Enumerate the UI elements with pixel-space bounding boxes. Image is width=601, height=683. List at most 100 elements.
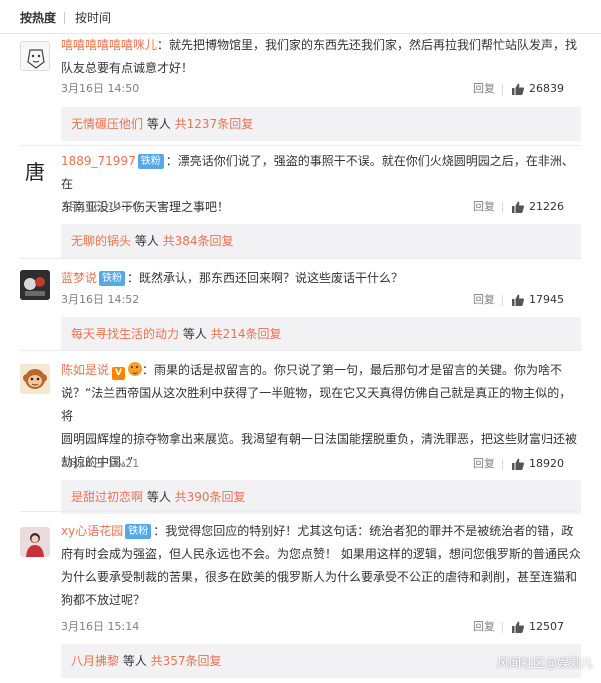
divider	[20, 258, 581, 259]
comment-item: 唐 1889_71997 铁粉 ：漂亮话你们说了，强盗的事照干不误。就在你们火烧圆明…	[0, 148, 601, 258]
avatar-char: 唐	[25, 160, 45, 184]
avatar[interactable]	[20, 270, 50, 300]
comment-content: ：雨果的话是叔留言的。你只说了第一句，最后那句才是留言的关键。你为啥不	[142, 363, 563, 377]
comment-time: 3月16日 14:50	[61, 82, 140, 95]
sub-reply-mid: 等人	[179, 327, 211, 341]
comment-meta: 3月16日 16:21 回复 18920	[61, 456, 581, 472]
avatar[interactable]	[20, 527, 50, 557]
like-button[interactable]: 18920	[511, 456, 581, 472]
reply-button[interactable]: 回复	[473, 456, 495, 472]
sub-replies-box[interactable]: 是甜过初恋啊 等人 共390条回复	[61, 480, 581, 514]
sub-reply-total[interactable]: 共1237条回复	[175, 117, 254, 131]
thumbs-up-icon	[512, 458, 524, 470]
sub-reply-user[interactable]: 是甜过初恋啊	[71, 490, 143, 504]
sort-by-hot-tab[interactable]: 按热度	[20, 10, 56, 26]
thumbs-up-icon	[512, 201, 524, 213]
comment-time: 3月16日 16:21	[61, 457, 140, 470]
fan-badge: 铁粉	[99, 271, 126, 286]
reply-button[interactable]: 回复	[473, 199, 495, 215]
fan-badge: 铁粉	[125, 524, 152, 539]
monkey-avatar-icon	[20, 364, 50, 394]
comment-text: 蓝梦说 铁粉 ：既然承认，那东西还回来啊？说这些废话干什么？	[61, 267, 581, 290]
comment-meta: 3月16日 14:52 回复 17945	[61, 292, 581, 308]
sub-reply-total[interactable]: 共357条回复	[151, 654, 222, 668]
like-count: 26839	[529, 82, 564, 95]
sub-reply-total[interactable]: 共214条回复	[211, 327, 282, 341]
sort-by-time-tab[interactable]: 按时间	[75, 10, 111, 26]
comment-username[interactable]: 陈如是说	[61, 363, 109, 377]
comment-time: 3月16日 15:14	[61, 620, 140, 633]
like-button[interactable]: 17945	[511, 292, 581, 308]
photo-avatar-icon	[20, 270, 50, 300]
divider	[20, 511, 581, 512]
sub-reply-user[interactable]: 八月拂黎	[71, 654, 119, 668]
reply-button[interactable]: 回复	[473, 81, 495, 97]
cartoon-face-icon	[21, 42, 49, 70]
photo-avatar-icon	[20, 527, 50, 557]
comment-text: 嘻嘻嘻嘻嘻嘻咪儿：就先把博物馆里，我们家的东西先还我们家，然后再拉我们帮忙站队发…	[61, 34, 581, 80]
divider	[20, 350, 581, 351]
comment-meta: 3月16日 14:50 回复 26839	[61, 81, 581, 97]
sub-replies-box[interactable]: 无情碾压他们 等人 共1237条回复	[61, 107, 581, 141]
comment-content: 说？“法兰西帝国从这次胜利中获得了一半赃物，现在它又天真得仿佛自己就是真正的物主…	[61, 386, 572, 423]
comment-time: 3月16日 14:50	[61, 200, 140, 213]
comment-meta: 3月16日 14:50 回复 21226	[61, 199, 581, 215]
comment-username[interactable]: xy心语花园	[61, 524, 123, 538]
comment-item: 陈如是说 V ：雨果的话是叔留言的。你只说了第一句，最后那句才是留言的关键。你为啥不…	[0, 352, 601, 514]
avatar[interactable]	[20, 364, 50, 394]
verified-v-icon: V	[112, 367, 126, 380]
calligraphy-avatar-icon: 唐	[20, 156, 50, 186]
comment-text: xy心语花园 铁粉 ：我觉得您回应的特别好！尤其这句话：统治者犯的罪并不是被统治者的…	[61, 520, 581, 612]
comment-time: 3月16日 14:52	[61, 293, 140, 306]
thumbs-up-icon	[512, 83, 524, 95]
sub-reply-mid: 等人	[119, 654, 151, 668]
sort-separator	[64, 12, 65, 24]
fan-badge: 铁粉	[137, 154, 164, 169]
reply-button[interactable]: 回复	[473, 619, 495, 635]
comment-content: 队友总要有点诚意才好！	[61, 61, 194, 75]
like-button[interactable]: 12507	[511, 619, 581, 635]
comment-item: 蓝梦说 铁粉 ：既然承认，那东西还回来啊？说这些废话干什么？ 3月16日 14:52…	[0, 260, 601, 351]
sort-bar: 按热度 按时间	[0, 0, 601, 34]
avatar[interactable]: 唐	[20, 156, 50, 186]
like-button[interactable]: 21226	[511, 199, 581, 215]
sub-replies-box[interactable]: 每天寻找生活的动力 等人 共214条回复	[61, 317, 581, 351]
comment-username[interactable]: 嘻嘻嘻嘻嘻嘻咪儿	[61, 38, 157, 52]
divider	[20, 145, 581, 146]
emoji-face-icon	[128, 362, 143, 376]
comment-content: ：就先把博物馆里，我们家的东西先还我们家，然后再拉我们帮忙站队发声，找	[157, 38, 578, 52]
reply-button[interactable]: 回复	[473, 292, 495, 308]
like-count: 17945	[529, 293, 564, 306]
sub-reply-mid: 等人	[143, 117, 175, 131]
comment-meta: 3月16日 15:14 回复 12507	[61, 619, 581, 635]
meta-separator	[502, 622, 503, 633]
sub-reply-mid: 等人	[143, 490, 175, 504]
sub-reply-mid: 等人	[131, 234, 163, 248]
sub-reply-user[interactable]: 无情碾压他们	[71, 117, 143, 131]
comment-username[interactable]: 蓝梦说	[61, 271, 97, 285]
sub-reply-total[interactable]: 共390条回复	[175, 490, 246, 504]
avatar[interactable]	[20, 41, 50, 71]
meta-separator	[502, 84, 503, 95]
comment-content: ：既然承认，那东西还回来啊？说这些废话干什么？	[127, 271, 404, 285]
like-count: 12507	[529, 620, 564, 633]
meta-separator	[502, 459, 503, 470]
comment-content: 为什么要承受制裁的苦果，很多在欧美的俄罗斯人为什么要承受不公正的虐待和剥削，甚至…	[61, 570, 578, 584]
comment-content: 狗都不放过呢？	[61, 593, 146, 607]
sub-reply-total[interactable]: 共384条回复	[163, 234, 234, 248]
like-count: 21226	[529, 200, 564, 213]
comment-username[interactable]: 1889_71997	[61, 154, 136, 168]
meta-separator	[502, 295, 503, 306]
sub-reply-user[interactable]: 无聊的锅头	[71, 234, 131, 248]
thumbs-up-icon	[512, 621, 524, 633]
comment-content: 圆明园辉煌的掠夺物拿出来展览。我渴望有朝一日法国能摆脱重负，清洗罪恶，把这些财富…	[61, 432, 578, 446]
like-count: 18920	[529, 457, 564, 470]
comment-content: ：我觉得您回应的特别好！尤其这句话：统治者犯的罪并不是被统治者的错，政	[153, 524, 574, 538]
sub-replies-box[interactable]: 无聊的锅头 等人 共384条回复	[61, 224, 581, 258]
like-button[interactable]: 26839	[511, 81, 581, 97]
comment-item: 嘻嘻嘻嘻嘻嘻咪儿：就先把博物馆里，我们家的东西先还我们家，然后再拉我们帮忙站队发…	[0, 34, 601, 145]
sub-reply-user[interactable]: 每天寻找生活的动力	[71, 327, 179, 341]
watermark: 风闻社区@娱剩儿	[496, 656, 593, 670]
meta-separator	[502, 202, 503, 213]
thumbs-up-icon	[512, 294, 524, 306]
